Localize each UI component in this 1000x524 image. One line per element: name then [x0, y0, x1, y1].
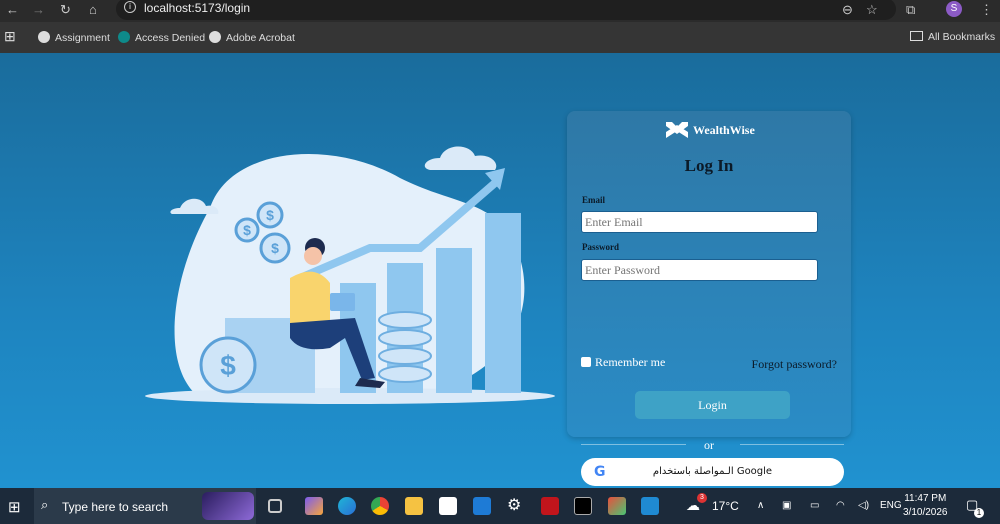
windows-start-icon[interactable]: ⊞ — [8, 498, 21, 516]
brand-logo: WealthWise — [666, 122, 755, 138]
chrome-icon[interactable] — [371, 497, 389, 515]
sharepoint-icon — [118, 31, 130, 43]
bookmark-assignment[interactable]: Assignment — [38, 31, 110, 44]
date: 3/10/2026 — [903, 507, 948, 518]
weather-temp[interactable]: 17°C — [712, 499, 739, 513]
bookmark-label: Assignment — [55, 32, 110, 44]
remember-label: Remember me — [595, 355, 666, 369]
bookmark-label: Access Denied — [135, 32, 206, 44]
back-icon[interactable]: ← — [6, 2, 19, 17]
bookmark-label: Adobe Acrobat — [226, 32, 295, 44]
all-bookmarks-label: All Bookmarks — [928, 31, 996, 43]
task-view-icon[interactable] — [268, 499, 282, 513]
profile-avatar[interactable]: S — [946, 1, 962, 17]
folder-icon — [910, 31, 923, 41]
finance-illustration: $ $ $ $ — [145, 146, 555, 404]
app-icon[interactable] — [608, 497, 626, 515]
email-field[interactable] — [581, 211, 818, 233]
tray-chevron-icon[interactable]: ∧ — [757, 500, 764, 511]
reload-icon[interactable]: ↻ — [60, 2, 71, 18]
browser-toolbar: ← → ↻ ⌂ i localhost:5173/login ⊖ ☆ ⧉ S ⋮ — [0, 0, 1000, 22]
extensions-icon[interactable]: ⧉ — [906, 2, 915, 18]
bookmark-adobe-acrobat[interactable]: Adobe Acrobat — [209, 31, 295, 44]
search-highlight-image — [202, 492, 254, 520]
forgot-password-link[interactable]: Forgot password? — [752, 357, 837, 372]
wealthwise-logo-icon — [666, 122, 688, 138]
store-icon[interactable] — [439, 497, 457, 515]
login-card: WealthWise Log In Email Password Remembe… — [567, 111, 851, 486]
settings-icon[interactable]: ⚙ — [507, 495, 525, 514]
forward-icon[interactable]: → — [32, 2, 45, 17]
password-label: Password — [582, 242, 620, 252]
remember-checkbox[interactable] — [581, 357, 591, 367]
page-title: Log In — [684, 156, 734, 175]
bookmark-access-denied[interactable]: Access Denied — [118, 31, 205, 44]
notification-count: 1 — [974, 508, 984, 518]
weather-badge: 3 — [697, 493, 707, 503]
address-bar[interactable]: i localhost:5173/login — [116, 0, 896, 20]
edge-icon[interactable] — [338, 497, 356, 515]
copilot-icon[interactable] — [305, 497, 323, 515]
svg-text:$: $ — [271, 240, 279, 256]
login-page: $ $ $ $ WealthWise Log In Email Password Re… — [0, 53, 1000, 488]
or-separator: or — [704, 438, 714, 452]
vscode-icon[interactable] — [641, 497, 659, 515]
svg-text:$: $ — [266, 207, 274, 223]
globe-icon — [209, 31, 221, 43]
zoom-icon[interactable]: ⊖ — [842, 2, 853, 18]
search-icon: ⌕ — [41, 497, 49, 512]
star-icon[interactable]: ☆ — [866, 2, 878, 18]
google-icon: G — [594, 464, 606, 480]
terminal-icon[interactable] — [574, 497, 592, 515]
login-button[interactable]: Login — [635, 391, 790, 419]
wifi-icon[interactable]: ◠ — [836, 500, 845, 511]
url-text: localhost:5173/login — [144, 1, 251, 15]
info-icon[interactable]: i — [124, 1, 136, 13]
apps-icon[interactable]: ⊞ — [4, 28, 16, 45]
globe-icon — [38, 31, 50, 43]
google-button-label: الـمواصلة باستخدام Google — [652, 466, 773, 477]
svg-text:$: $ — [220, 350, 236, 381]
menu-icon[interactable]: ⋮ — [980, 2, 993, 18]
home-icon[interactable]: ⌂ — [89, 2, 97, 17]
outlook-icon[interactable] — [473, 497, 491, 515]
meet-icon[interactable]: ▣ — [782, 500, 791, 511]
brand-name: WealthWise — [693, 123, 755, 137]
divider — [740, 444, 844, 445]
password-field[interactable] — [581, 259, 818, 281]
time: 11:47 PM — [904, 493, 947, 504]
taskbar-search[interactable]: ⌕ Type here to search — [34, 488, 256, 524]
bookmarks-bar: ⊞ Assignment Access Denied Adobe Acrobat… — [0, 22, 1000, 53]
volume-icon[interactable]: ◁) — [858, 500, 869, 511]
taskbar: ⊞ ⌕ Type here to search ⚙ ☁ 3 17°C ∧ ▣ ▭ … — [0, 488, 1000, 524]
mcafee-icon[interactable] — [541, 497, 559, 515]
svg-text:$: $ — [243, 222, 251, 238]
remember-me[interactable]: Remember me — [581, 355, 665, 370]
language-indicator[interactable]: ENG — [880, 500, 902, 511]
clock[interactable]: 11:47 PM 3/10/2026 — [903, 492, 948, 520]
battery-icon[interactable]: ▭ — [810, 500, 819, 511]
file-explorer-icon[interactable] — [405, 497, 423, 515]
google-signin-button[interactable]: G الـمواصلة باستخدام Google — [581, 458, 844, 486]
search-placeholder: Type here to search — [62, 500, 169, 514]
email-label: Email — [582, 195, 606, 205]
all-bookmarks[interactable]: All Bookmarks — [910, 31, 995, 43]
